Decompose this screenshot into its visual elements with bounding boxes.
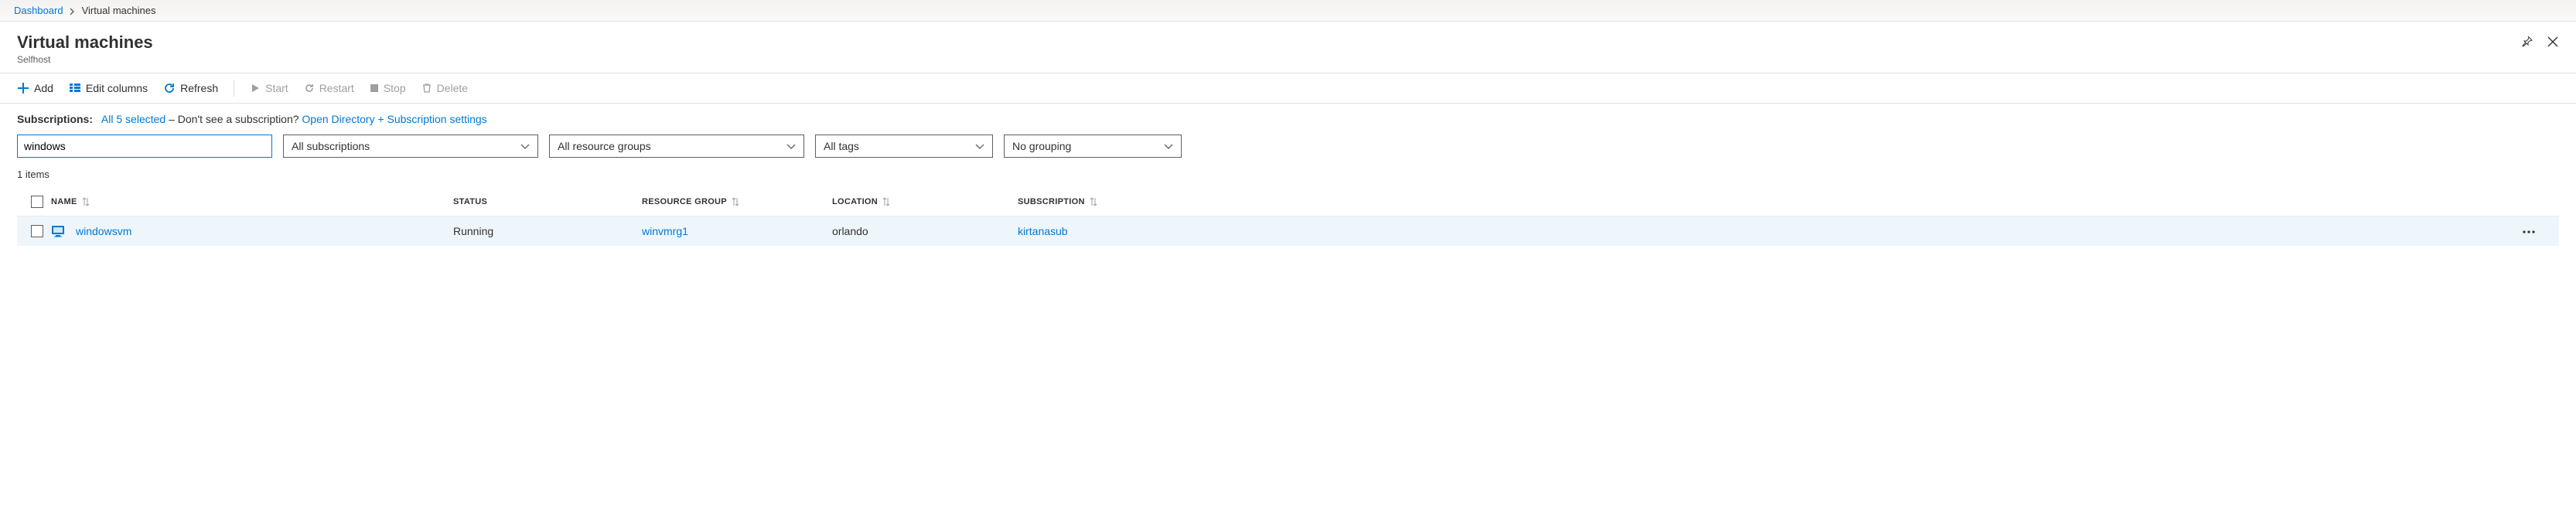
delete-button: Delete — [421, 82, 468, 94]
breadcrumb-separator — [70, 5, 76, 16]
breadcrumb: Dashboard Virtual machines — [0, 0, 2576, 22]
refresh-label: Refresh — [180, 82, 218, 94]
restart-label: Restart — [319, 82, 354, 94]
grouping-dropdown-label: No grouping — [1012, 140, 1071, 152]
restart-button: Restart — [304, 82, 354, 94]
vm-icon — [51, 224, 65, 238]
resource-groups-dropdown[interactable]: All resource groups — [549, 135, 804, 158]
grid-header: NAME STATUS RESOURCE GROUP LOCATION SUBS… — [17, 188, 2559, 216]
search-input[interactable] — [17, 135, 272, 158]
add-label: Add — [34, 82, 53, 94]
delete-label: Delete — [437, 82, 468, 94]
column-name[interactable]: NAME — [51, 197, 77, 206]
resource-groups-dropdown-label: All resource groups — [558, 140, 651, 152]
toolbar: Add Edit columns Refresh Start Restart S… — [0, 73, 2576, 104]
edit-columns-button[interactable]: Edit columns — [69, 82, 148, 94]
column-location[interactable]: LOCATION — [832, 197, 878, 206]
vm-resource-group-link[interactable]: winvmrg1 — [642, 225, 688, 237]
tags-dropdown-label: All tags — [824, 140, 859, 152]
row-checkbox[interactable] — [31, 225, 43, 237]
more-actions-icon[interactable] — [2522, 223, 2536, 239]
close-icon[interactable] — [2547, 36, 2559, 48]
vm-subscription-link[interactable]: kirtanasub — [1018, 225, 1068, 237]
start-label: Start — [265, 82, 288, 94]
column-status[interactable]: STATUS — [453, 197, 487, 206]
pin-icon[interactable] — [2520, 36, 2533, 48]
sort-icon — [882, 197, 890, 206]
sort-icon — [82, 197, 90, 206]
items-count: 1 items — [17, 169, 2559, 180]
results-grid: NAME STATUS RESOURCE GROUP LOCATION SUBS… — [17, 188, 2559, 246]
vm-location: orlando — [832, 225, 1018, 237]
subscriptions-label: Subscriptions: — [17, 113, 93, 125]
filters-row: All subscriptions All resource groups Al… — [17, 135, 2559, 158]
page-title: Virtual machines — [17, 32, 2520, 53]
column-resource-group[interactable]: RESOURCE GROUP — [642, 197, 727, 206]
table-row[interactable]: windowsvm Running winvmrg1 orlando kirta… — [17, 216, 2559, 246]
refresh-button[interactable]: Refresh — [163, 82, 218, 94]
subscriptions-dropdown-label: All subscriptions — [292, 140, 370, 152]
content-area: Subscriptions: All 5 selected – Don't se… — [0, 104, 2576, 261]
vm-status: Running — [453, 225, 642, 237]
chevron-down-icon — [975, 140, 984, 152]
open-directory-link[interactable]: Open Directory + Subscription settings — [302, 113, 486, 125]
page-scope: Selfhost — [17, 54, 2520, 65]
stop-button: Stop — [370, 82, 406, 94]
breadcrumb-root-link[interactable]: Dashboard — [14, 5, 63, 16]
vm-name-link[interactable]: windowsvm — [76, 225, 131, 237]
select-all-checkbox[interactable] — [31, 196, 43, 208]
add-button[interactable]: Add — [17, 82, 53, 94]
chevron-down-icon — [786, 140, 796, 152]
grouping-dropdown[interactable]: No grouping — [1004, 135, 1182, 158]
stop-label: Stop — [384, 82, 406, 94]
blade-header: Virtual machines Selfhost — [0, 22, 2576, 73]
sort-icon — [732, 197, 739, 206]
start-button: Start — [250, 82, 288, 94]
subscriptions-hint: – Don't see a subscription? — [169, 113, 302, 125]
chevron-down-icon — [1164, 140, 1173, 152]
tags-dropdown[interactable]: All tags — [815, 135, 993, 158]
column-subscription[interactable]: SUBSCRIPTION — [1018, 197, 1085, 206]
breadcrumb-current: Virtual machines — [82, 5, 156, 16]
sort-icon — [1090, 197, 1097, 206]
edit-columns-label: Edit columns — [86, 82, 148, 94]
subscriptions-selected-link[interactable]: All 5 selected — [101, 113, 165, 125]
subscriptions-line: Subscriptions: All 5 selected – Don't se… — [17, 113, 2559, 125]
chevron-down-icon — [520, 140, 530, 152]
subscriptions-dropdown[interactable]: All subscriptions — [283, 135, 538, 158]
